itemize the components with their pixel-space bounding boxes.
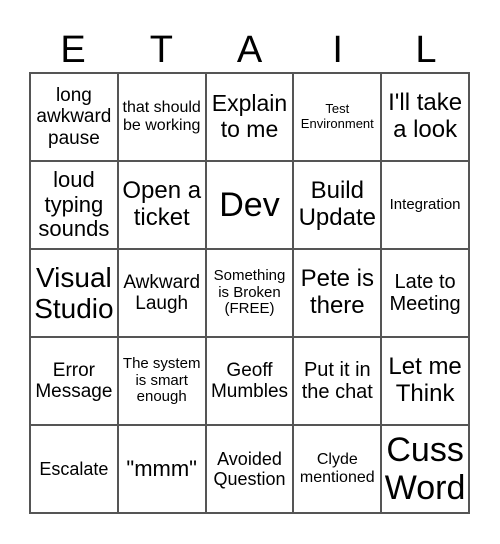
cell-text: Pete is there bbox=[300, 265, 374, 319]
cell-text: The system is smart enough bbox=[122, 354, 201, 406]
bingo-cell[interactable]: Put it in the chat bbox=[293, 337, 382, 425]
free-space-text: Something is Broken (FREE) bbox=[213, 266, 286, 318]
bingo-cell[interactable]: Open a ticket bbox=[117, 161, 206, 249]
cell-text: "mmm" bbox=[126, 455, 197, 481]
bingo-cell[interactable]: Let me Think bbox=[381, 337, 469, 425]
bingo-cell[interactable]: Clyde mentioned bbox=[293, 425, 382, 513]
bingo-cell[interactable]: Integration bbox=[381, 161, 469, 249]
cell-text: Awkward Laugh bbox=[123, 271, 201, 314]
header-letter: T bbox=[149, 29, 173, 71]
cell-text: Clyde mentioned bbox=[299, 451, 375, 486]
cell-text: Let me Think bbox=[388, 353, 462, 407]
bingo-cell[interactable]: The system is smart enough bbox=[117, 337, 206, 425]
bingo-cell[interactable]: Visual Studio bbox=[30, 249, 118, 337]
cell-text: Integration bbox=[389, 195, 461, 213]
cell-text: Avoided Question bbox=[213, 448, 286, 489]
bingo-cell[interactable]: "mmm" bbox=[117, 425, 206, 513]
cell-text: Escalate bbox=[39, 458, 109, 479]
cell-text: Put it in the chat bbox=[301, 358, 373, 403]
bingo-cell[interactable]: Awkward Laugh bbox=[117, 249, 206, 337]
cell-text: Dev bbox=[219, 185, 280, 224]
cell-text: Open a ticket bbox=[122, 177, 202, 231]
bingo-cell[interactable]: long awkward pause bbox=[30, 73, 118, 161]
bingo-cell[interactable]: Explain to me bbox=[205, 73, 294, 161]
cell-text: long awkward pause bbox=[36, 85, 112, 149]
bingo-cell[interactable]: Test Environment bbox=[293, 73, 382, 161]
header-letter: L bbox=[415, 29, 437, 71]
bingo-cell[interactable]: Avoided Question bbox=[205, 425, 294, 513]
cell-text: Error Message bbox=[35, 359, 113, 402]
cell-text: that should be working bbox=[122, 99, 201, 134]
cell-text: Geoff Mumbles bbox=[210, 359, 289, 402]
cell-text: I'll take a look bbox=[388, 89, 463, 143]
cell-text: Test Environment bbox=[300, 101, 374, 131]
bingo-cell[interactable]: Geoff Mumbles bbox=[205, 337, 294, 425]
header-letter: I bbox=[332, 29, 343, 71]
cell-text: loud typing sounds bbox=[38, 167, 110, 242]
bingo-cell[interactable]: Dev bbox=[205, 161, 294, 249]
header-letter: A bbox=[236, 29, 263, 71]
bingo-header: E T A I L bbox=[29, 28, 470, 72]
bingo-cell[interactable]: that should be working bbox=[117, 73, 206, 161]
cell-text: Cuss Word bbox=[384, 430, 466, 507]
cell-text: Build Update bbox=[298, 177, 376, 231]
bingo-cell[interactable]: Pete is there bbox=[293, 249, 382, 337]
bingo-cell[interactable]: Build Update bbox=[293, 161, 382, 249]
cell-text: Explain to me bbox=[211, 90, 288, 142]
bingo-cell[interactable]: Error Message bbox=[30, 337, 118, 425]
bingo-grid: long awkward pause that should be workin… bbox=[29, 72, 470, 514]
bingo-cell[interactable]: Escalate bbox=[30, 425, 118, 513]
header-letter: E bbox=[60, 29, 86, 71]
bingo-cell[interactable]: Late to Meeting bbox=[381, 249, 469, 337]
cell-text: Visual Studio bbox=[34, 261, 114, 324]
bingo-cell[interactable]: Cuss Word bbox=[381, 425, 469, 513]
bingo-cell[interactable]: I'll take a look bbox=[381, 73, 469, 161]
bingo-cell[interactable]: loud typing sounds bbox=[30, 161, 118, 249]
cell-text: Late to Meeting bbox=[389, 270, 461, 315]
bingo-cell[interactable]: Something is Broken (FREE) bbox=[205, 249, 294, 337]
